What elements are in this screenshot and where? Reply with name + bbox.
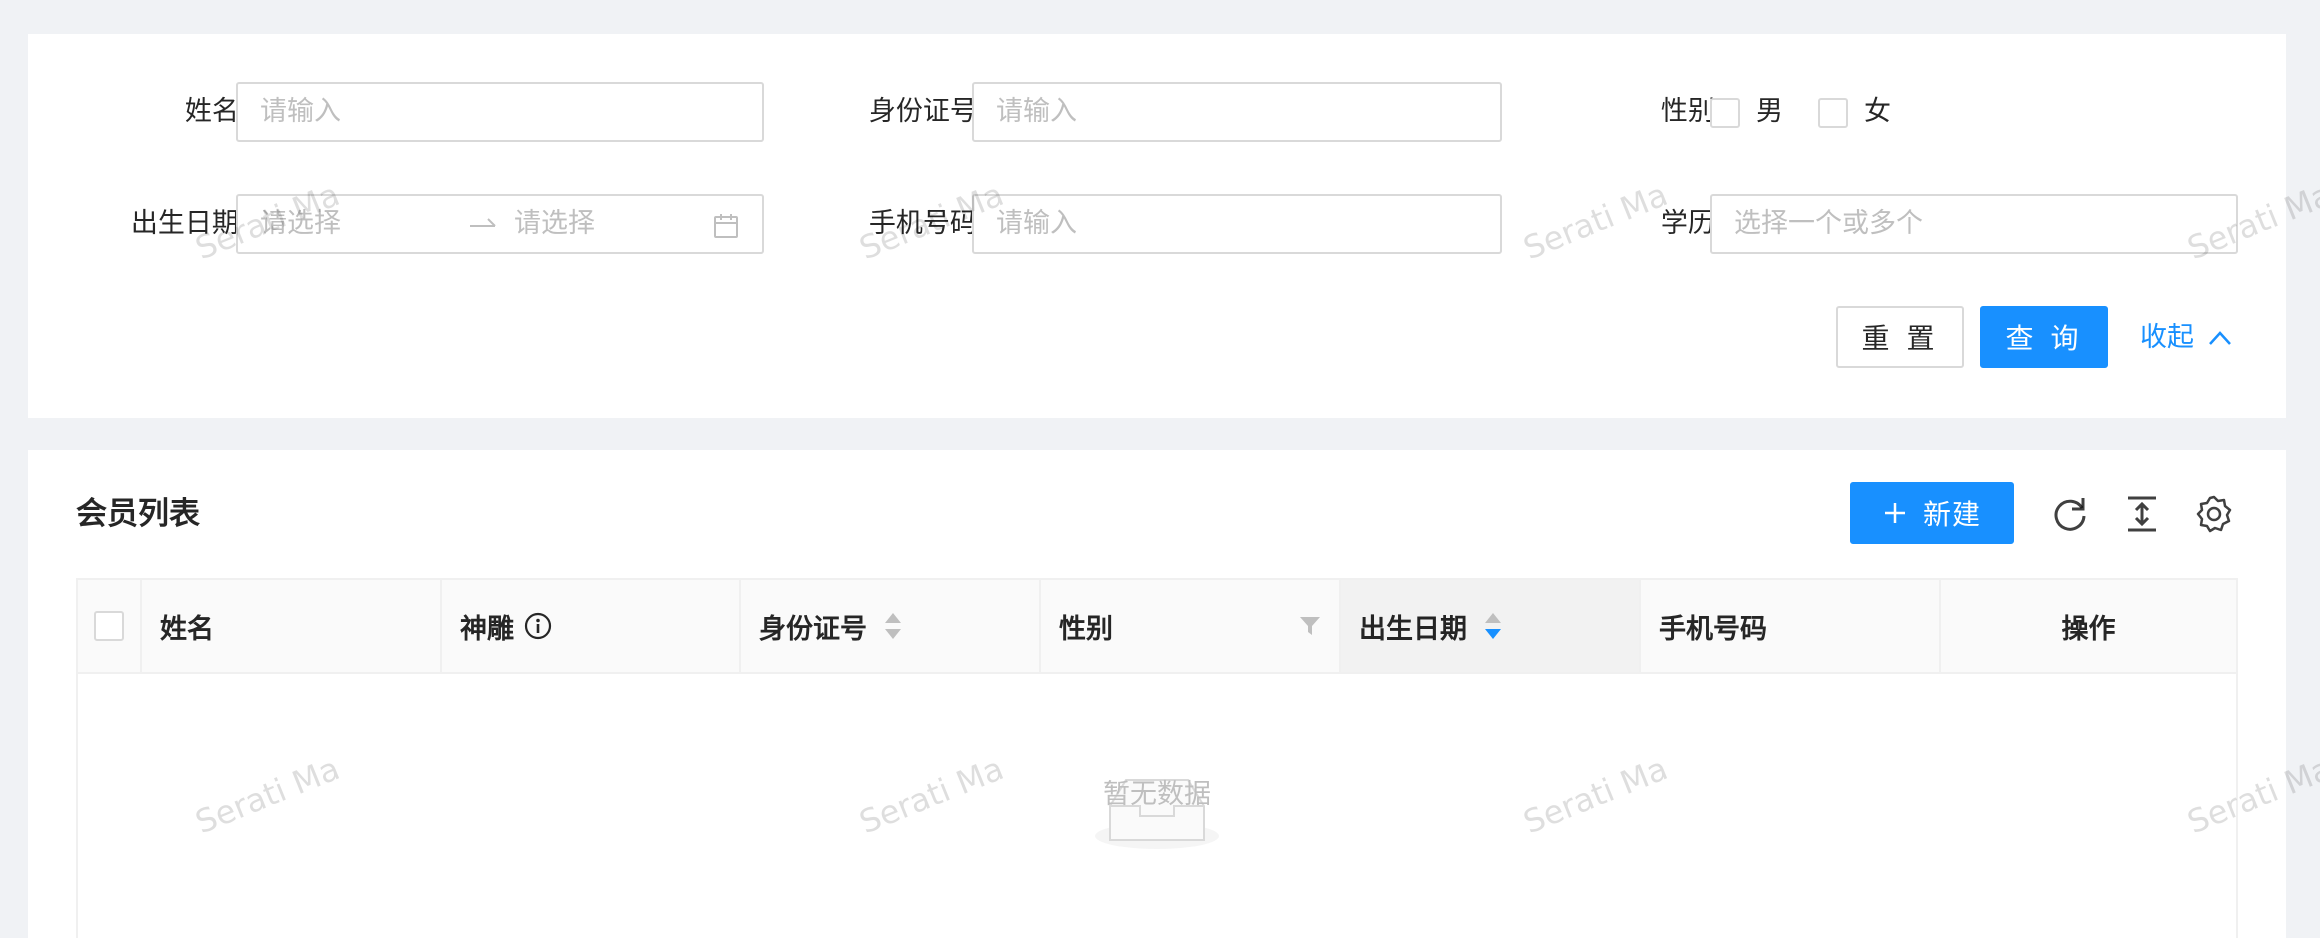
birth-end-placeholder[interactable]: 请选择 xyxy=(514,196,595,252)
filter-icon[interactable] xyxy=(1299,616,1321,636)
phone-label: 手机号码: xyxy=(868,208,986,239)
collapse-link[interactable]: 收起 xyxy=(2140,318,2232,358)
id-number-input[interactable]: 请输入 xyxy=(972,82,1502,142)
name-input[interactable]: 请输入 xyxy=(236,82,764,142)
column-header-actions: 操作 xyxy=(1941,580,2236,672)
empty-state-text: 暂无数据 xyxy=(1103,779,1211,810)
member-list-panel: 会员列表 新建 姓名 神雕 身份证号 性别 出生日期 手机号码 操作 暂无数据 xyxy=(28,450,2286,938)
column-header-label: 身份证号 xyxy=(759,613,867,645)
phone-input-placeholder: 请输入 xyxy=(996,208,1077,239)
birth-start-placeholder[interactable]: 请选择 xyxy=(260,196,341,252)
birth-date-label: 出生日期: xyxy=(130,208,248,239)
chevron-up-icon xyxy=(2209,331,2231,345)
column-header-label: 性别 xyxy=(1059,613,1113,645)
table-header: 姓名 神雕 身份证号 性别 出生日期 手机号码 操作 xyxy=(78,580,2236,674)
plus-icon xyxy=(1884,503,1905,523)
education-select-placeholder: 选择一个或多个 xyxy=(1734,208,1923,239)
education-select[interactable]: 选择一个或多个 xyxy=(1710,194,2238,254)
id-number-input-placeholder: 请输入 xyxy=(996,96,1077,127)
settings-gear-icon[interactable] xyxy=(2194,494,2234,534)
collapse-label: 收起 xyxy=(2140,322,2194,353)
column-header-label: 手机号码 xyxy=(1659,613,1767,645)
sort-icon-active[interactable] xyxy=(1485,613,1501,639)
calendar-icon xyxy=(714,214,738,238)
column-header-id-number[interactable]: 身份证号 xyxy=(741,580,1041,672)
column-header-label: 操作 xyxy=(2061,613,2116,645)
member-table: 姓名 神雕 身份证号 性别 出生日期 手机号码 操作 暂无数据 xyxy=(76,578,2238,938)
select-all-checkbox[interactable] xyxy=(94,611,124,641)
gender-female-checkbox[interactable] xyxy=(1818,98,1848,128)
list-title: 会员列表 xyxy=(76,496,200,532)
column-header-gender: 性别 xyxy=(1041,580,1341,672)
search-panel: 姓名: 请输入 身份证号: 请输入 性别: 男 女 出生日期: 请选择 请选择 … xyxy=(28,34,2286,418)
arrow-right-icon xyxy=(470,218,496,227)
id-number-label: 身份证号: xyxy=(868,96,986,127)
density-icon[interactable] xyxy=(2122,494,2162,534)
new-button[interactable]: 新建 xyxy=(1850,482,2014,544)
column-header-shendiao: 神雕 xyxy=(442,580,741,672)
birth-date-range-picker[interactable]: 请选择 请选择 xyxy=(236,194,764,254)
sort-icon[interactable] xyxy=(885,613,901,639)
select-all-cell xyxy=(78,580,142,672)
phone-input[interactable]: 请输入 xyxy=(972,194,1502,254)
gender-female-label[interactable]: 女 xyxy=(1864,92,1891,132)
column-header-birth-date[interactable]: 出生日期 xyxy=(1341,580,1641,672)
column-header-phone: 手机号码 xyxy=(1641,580,1941,672)
info-circle-icon[interactable] xyxy=(524,612,552,640)
reset-button[interactable]: 重 置 xyxy=(1836,306,1964,368)
column-header-name: 姓名 xyxy=(142,580,442,672)
name-input-placeholder: 请输入 xyxy=(260,96,341,127)
column-header-label: 姓名 xyxy=(160,613,214,645)
reload-icon[interactable] xyxy=(2050,494,2090,534)
gender-male-label[interactable]: 男 xyxy=(1756,92,1783,132)
column-header-label: 神雕 xyxy=(460,613,514,645)
query-button[interactable]: 查 询 xyxy=(1980,306,2108,368)
new-button-label: 新建 xyxy=(1922,498,1981,531)
column-header-label: 出生日期 xyxy=(1359,613,1467,645)
gender-male-checkbox[interactable] xyxy=(1710,98,1740,128)
